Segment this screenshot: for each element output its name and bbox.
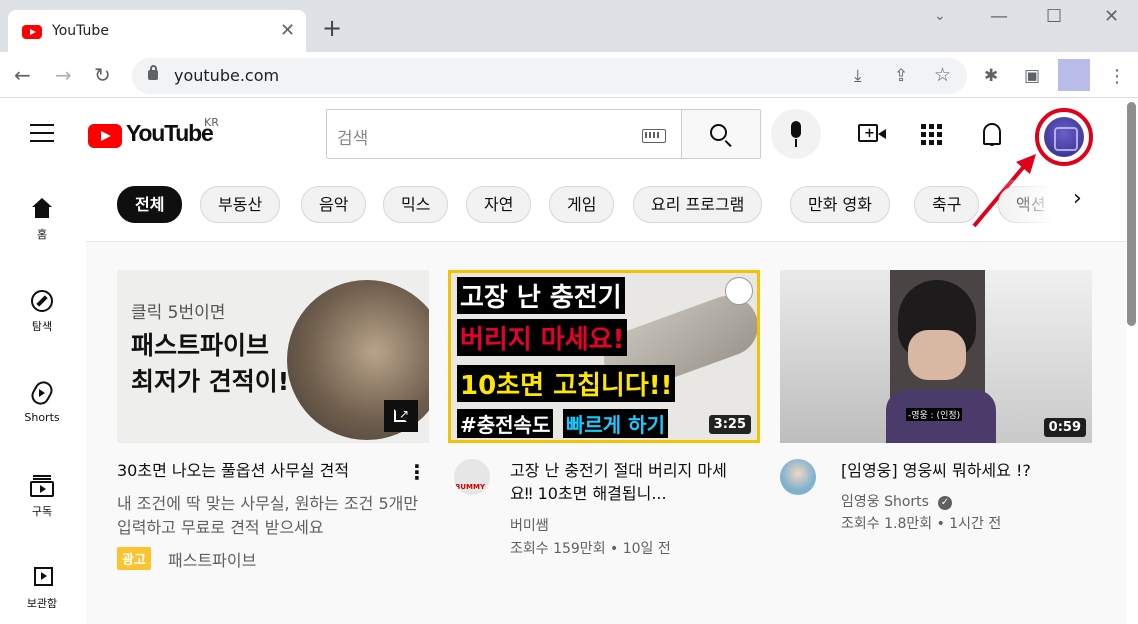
chip[interactable]: 만화 영화 [790,186,890,223]
channel-avatar[interactable]: BUMMY [454,459,490,495]
page-scrollbar[interactable] [1127,102,1136,326]
reload-button[interactable]: ↻ [94,63,111,87]
chip-next-chevron-icon[interactable]: › [1073,186,1101,226]
tab-search-chevron-icon[interactable]: ⌄ [934,8,946,24]
subscriptions-icon [30,475,54,497]
tab-title: YouTube [52,23,109,39]
ad-description: 내 조건에 딱 맞는 사무실, 원하는 조건 5개만 입력하고 무료로 견적 받… [117,494,419,537]
tab-close-button[interactable]: ✕ [280,20,295,41]
address-bar[interactable]: youtube.com [132,58,967,94]
minimize-button[interactable]: — [990,6,1008,27]
chip[interactable]: 게임 [549,186,615,223]
chip[interactable]: 자연 [466,186,532,223]
create-video-icon[interactable]: + [858,124,886,142]
sidebar-item-shorts[interactable]: Shorts [0,378,84,424]
channel-name[interactable]: 임영웅 Shorts [841,492,929,513]
thumbnail-caption: -영웅 : (인정) [906,408,963,421]
search-icon [710,124,727,141]
more-actions-icon[interactable]: ⋮ [407,460,427,484]
video-thumbnail[interactable]: 클릭 5번이면 패스트파이브 최저가 견적이! ↗ [117,270,429,443]
video-title[interactable]: 고장 난 충전기 절대 버리지 마세요‼ 10초면 해결됩니... [510,459,740,505]
youtube-favicon-icon [22,25,42,39]
video-thumbnail[interactable]: 고장 난 충전기 버리지 마세요! 10초면 고칩니다!! #충전속도 빠르게 … [448,270,760,443]
chip[interactable]: 부동산 [200,186,281,223]
sidebar-item-label: 구독 [31,505,53,518]
verified-badge-icon: ✓ [938,496,952,510]
video-duration: 0:59 [1043,418,1086,437]
sidebar-item-label: 탐색 [31,320,53,333]
new-tab-button[interactable]: + [322,16,342,40]
apps-grid-icon[interactable] [921,124,943,146]
avatar-text: BUMMY [455,483,486,491]
thumbnail-text: 패스트파이브 [131,331,270,360]
library-icon [31,567,53,589]
sidebar-item-label: 보관함 [26,597,58,610]
side-panel-icon[interactable]: ▣ [1024,66,1040,86]
thumbnail-text: 10초면 고칩니다!! [457,365,676,402]
install-app-icon[interactable]: ⤓ [854,66,862,86]
youtube-play-icon [88,124,122,148]
chip[interactable]: 축구 [914,186,980,223]
external-link-icon[interactable]: ↗ [384,400,418,432]
video-stats: 조회수 1.8만회 • 1시간 전 [841,516,1002,532]
search-placeholder: 검색 [337,129,369,149]
ad-badge: 광고 [117,547,151,570]
chip-bar: 전체 부동산 음악 믹스 자연 게임 요리 프로그램 만화 영화 축구 액션 [86,172,1126,242]
notifications-bell-icon[interactable] [981,121,1003,147]
sidebar-item-home[interactable]: 홈 [0,198,84,242]
browser-tab[interactable]: YouTube ✕ [8,10,306,52]
video-stats: 조회수 159만회 • 10일 전 [510,541,671,557]
search-input[interactable]: 검색 [326,109,682,159]
forward-button[interactable]: → [55,63,72,87]
thumbnail-text: 빠르게 하기 [563,409,668,438]
highlight-circle [1035,108,1093,166]
bookmark-star-icon[interactable]: ☆ [934,64,951,86]
logo-text: YouTube [126,120,214,146]
thumbnail-text: 버리지 마세요! [457,319,628,356]
hamburger-menu-icon[interactable] [30,124,54,144]
thumbnail-text: 최저가 견적이! [131,367,290,396]
close-window-button[interactable]: ✕ [1104,6,1119,27]
channel-name[interactable]: 버미쌤 [510,516,549,537]
channel-avatar[interactable] [780,459,816,495]
sidebar-item-label: 홈 [36,228,48,241]
video-thumbnail[interactable]: -영웅 : (인정) 0:59 [780,270,1092,443]
thumbnail-text: #충전속도 [457,409,554,438]
thumbnail-text: 고장 난 충전기 [457,277,625,314]
voice-search-button[interactable] [771,109,821,159]
share-icon[interactable]: ⇪ [894,66,908,86]
shorts-icon [28,378,56,408]
maximize-button[interactable]: ☐ [1046,6,1062,27]
lock-icon[interactable] [148,65,158,80]
thumbnail-background [780,270,890,443]
video-duration: 3:25 [708,415,751,434]
browser-menu-icon[interactable]: ⋮ [1108,66,1126,87]
video-title[interactable]: [임영웅] 영웅씨 뭐하세요 !? [841,459,1071,482]
url-text[interactable]: youtube.com [174,66,279,85]
video-title[interactable]: 30초면 나오는 풀옵션 사무실 견적 [117,459,402,482]
chip[interactable]: 음악 [301,186,367,223]
channel-watermark [725,277,753,305]
sidebar-item-subscriptions[interactable]: 구독 [0,475,84,519]
ad-advertiser[interactable]: 패스트파이브 [168,547,256,571]
chip-fade [1000,180,1120,232]
region-code: KR [204,116,219,129]
back-button[interactable]: ← [14,63,31,87]
extensions-icon[interactable]: ✱ [984,66,998,86]
keyboard-icon[interactable] [642,129,666,143]
chip[interactable]: 요리 프로그램 [633,186,763,223]
compass-icon [31,290,53,312]
chip[interactable]: 믹스 [383,186,449,223]
sidebar-item-explore[interactable]: 탐색 [0,290,84,334]
home-icon [32,198,52,220]
sidebar-item-library[interactable]: 보관함 [0,567,84,611]
thumbnail-text: 클릭 5번이면 [131,303,226,323]
chip-all[interactable]: 전체 [117,186,183,223]
search-button[interactable] [681,109,761,159]
sidebar-item-label: Shorts [24,411,60,424]
browser-profile-avatar[interactable] [1058,59,1090,91]
thumbnail-photo [908,330,966,380]
